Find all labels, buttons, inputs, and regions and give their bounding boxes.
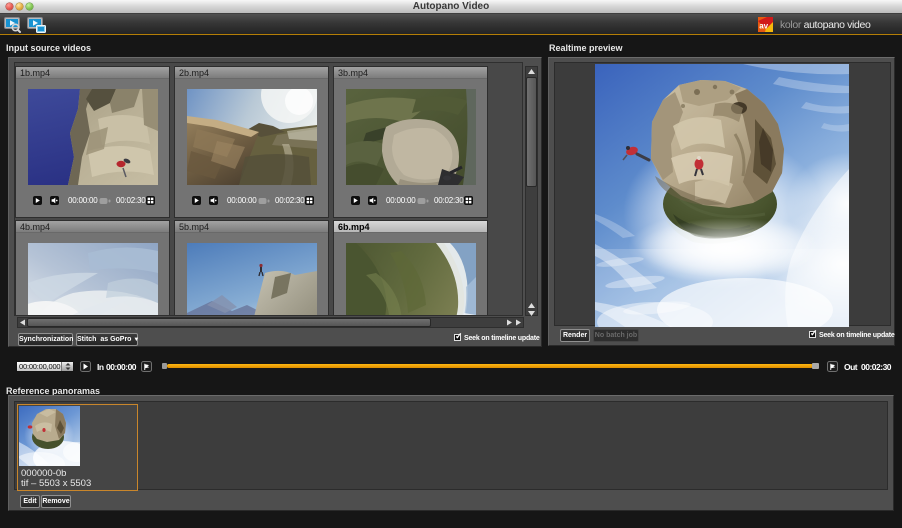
svg-text:av: av <box>759 22 768 31</box>
